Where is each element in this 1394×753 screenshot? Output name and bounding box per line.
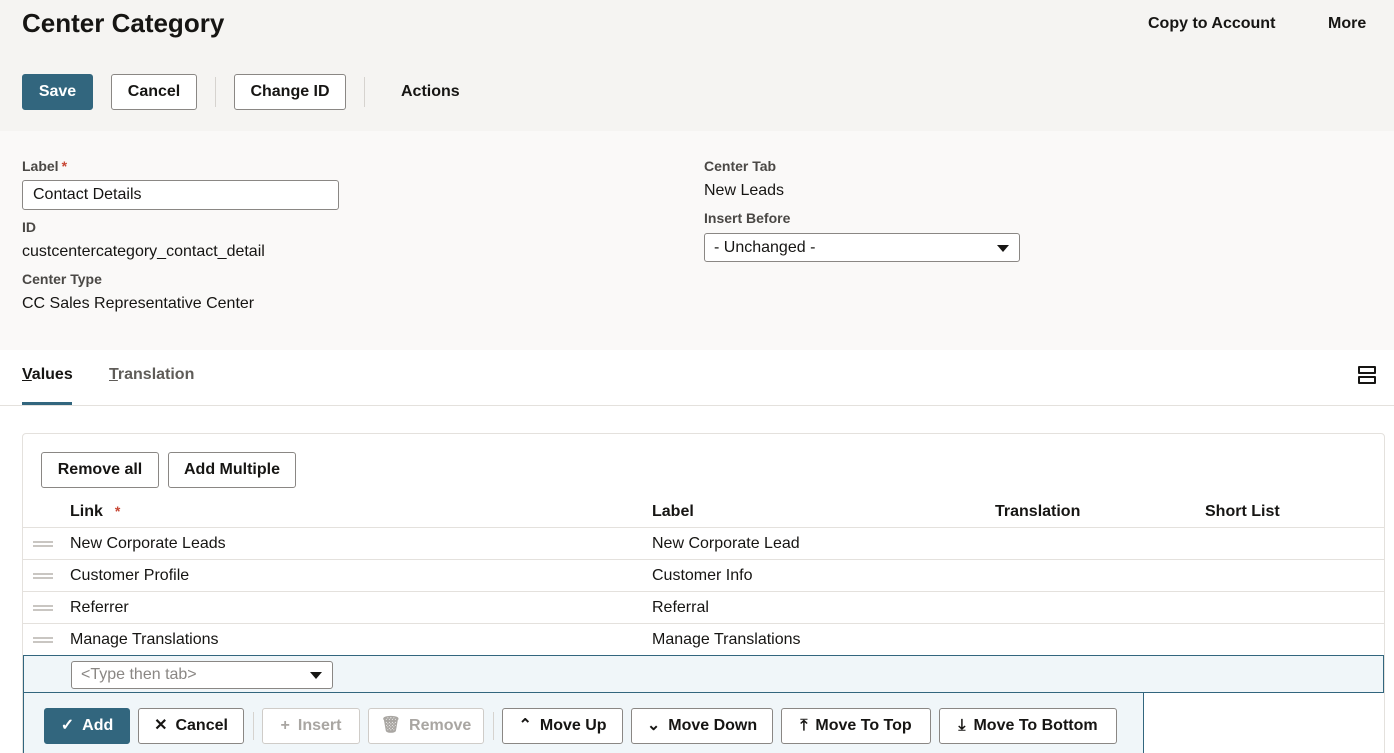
insert-row-button-label: Insert	[297, 717, 342, 734]
toolbar-divider	[253, 712, 254, 740]
center-tab-label: Center Tab	[704, 158, 777, 174]
toolbar-divider	[364, 77, 365, 107]
tab-translation-accesskey: T	[109, 366, 118, 383]
chevron-down-icon	[997, 244, 1009, 252]
move-down-button-label: Move Down	[668, 717, 758, 734]
remove-all-button[interactable]: Remove all	[41, 452, 159, 488]
row-label: Manage Translations	[652, 631, 801, 648]
tab-values-label: alues	[31, 366, 73, 383]
center-tab-value: New Leads	[704, 182, 785, 199]
add-multiple-button[interactable]: Add Multiple	[168, 452, 296, 488]
tab-values[interactable]: Values	[22, 366, 73, 384]
tab-translation-label: ranslation	[117, 366, 195, 383]
page-title: Center Category	[22, 8, 225, 38]
move-to-top-button-label: Move To Top	[815, 717, 912, 734]
id-value: custcentercategory_contact_detail	[22, 243, 265, 260]
move-up-button-label: Move Up	[539, 717, 607, 734]
move-to-top-button[interactable]: ⤒ Move To Top	[781, 708, 931, 744]
chevron-up-icon: ⌃	[518, 717, 532, 734]
row-label: Customer Info	[652, 567, 753, 584]
cancel-row-button[interactable]: ✕ Cancel	[138, 708, 244, 744]
move-to-bottom-button-label: Move To Bottom	[973, 717, 1098, 734]
center-type-label: Center Type	[22, 271, 102, 287]
move-to-bottom-icon: ⤓	[958, 717, 966, 734]
tab-values-accesskey: V	[22, 366, 32, 383]
insert-row-button[interactable]: + Insert	[262, 708, 360, 744]
insert-before-select[interactable]: - Unchanged -	[704, 233, 1020, 262]
move-to-bottom-button[interactable]: ⤓ Move To Bottom	[939, 708, 1117, 744]
chevron-down-icon: ⌄	[646, 717, 661, 734]
copy-to-account-link[interactable]: Copy to Account	[1148, 15, 1275, 33]
row-link: New Corporate Leads	[70, 535, 226, 552]
page-header: Center Category Copy to Account More Sav…	[0, 0, 1394, 131]
id-field-label: ID	[22, 219, 36, 235]
table-row[interactable]: Manage Translations Manage Translations	[23, 623, 1384, 655]
add-row-button[interactable]: ✓ Add	[44, 708, 130, 744]
required-indicator: *	[61, 158, 68, 174]
toolbar-divider	[215, 77, 216, 107]
link-combobox-placeholder: <Type then tab>	[81, 666, 197, 683]
column-header-short-list[interactable]: Short List	[1205, 503, 1280, 521]
move-up-button[interactable]: ⌃ Move Up	[502, 708, 623, 744]
label-field-label: Label *	[22, 158, 67, 174]
insert-before-selected: - Unchanged -	[714, 238, 816, 256]
column-header-link-text: Link	[70, 503, 103, 520]
table-row[interactable]: New Corporate Leads New Corporate Lead	[23, 527, 1384, 559]
actions-menu[interactable]: Actions	[401, 83, 460, 101]
drag-handle-icon[interactable]	[33, 541, 53, 547]
subtabs: Values Translation	[0, 350, 1394, 406]
center-type-value: CC Sales Representative Center	[22, 295, 255, 312]
checkmark-icon: ✓	[60, 717, 75, 734]
move-to-top-icon: ⤒	[800, 717, 808, 734]
table-row[interactable]: Customer Profile Customer Info	[23, 559, 1384, 591]
new-row-editor: <Type then tab>	[23, 655, 1384, 693]
active-tab-indicator	[22, 402, 72, 405]
toolbar-divider	[493, 712, 494, 740]
row-link: Manage Translations	[70, 631, 219, 648]
column-header-link[interactable]: Link *	[70, 503, 120, 521]
trash-icon: 🗑	[380, 717, 402, 734]
link-combobox[interactable]: <Type then tab>	[71, 661, 333, 689]
move-down-button[interactable]: ⌄ Move Down	[631, 708, 773, 744]
cancel-button[interactable]: Cancel	[111, 74, 197, 110]
chevron-down-icon	[310, 672, 322, 679]
column-header-translation[interactable]: Translation	[995, 503, 1080, 521]
label-field-label-text: Label	[22, 158, 59, 174]
remove-row-button-label: Remove	[409, 717, 472, 734]
drag-handle-icon[interactable]	[33, 637, 53, 643]
save-button[interactable]: Save	[22, 74, 93, 110]
row-action-bar: ✓ Add ✕ Cancel + Insert 🗑 Remove ⌃ Move Up ⌄ M…	[23, 693, 1144, 753]
table-row[interactable]: Referrer Referral	[23, 591, 1384, 623]
required-indicator: *	[114, 503, 121, 519]
view-layout-icon[interactable]	[1358, 366, 1376, 384]
add-row-button-label: Add	[82, 717, 114, 734]
change-id-button[interactable]: Change ID	[234, 74, 346, 110]
row-label: Referral	[652, 599, 709, 616]
drag-handle-icon[interactable]	[33, 605, 53, 611]
remove-row-button[interactable]: 🗑 Remove	[368, 708, 484, 744]
cancel-row-button-label: Cancel	[175, 717, 228, 734]
record-form: Label* ID custcentercategory_contact_det…	[0, 131, 1394, 350]
insert-before-label: Insert Before	[704, 210, 791, 226]
more-menu[interactable]: More	[1328, 15, 1366, 33]
drag-handle-icon[interactable]	[33, 573, 53, 579]
row-link: Customer Profile	[70, 567, 190, 584]
row-label: New Corporate Lead	[652, 535, 800, 552]
close-icon: ✕	[154, 717, 168, 734]
row-link: Referrer	[70, 599, 129, 616]
column-header-label[interactable]: Label	[652, 503, 694, 521]
label-input[interactable]	[22, 180, 339, 210]
tab-translation[interactable]: Translation	[109, 366, 194, 384]
plus-icon: +	[280, 717, 290, 734]
